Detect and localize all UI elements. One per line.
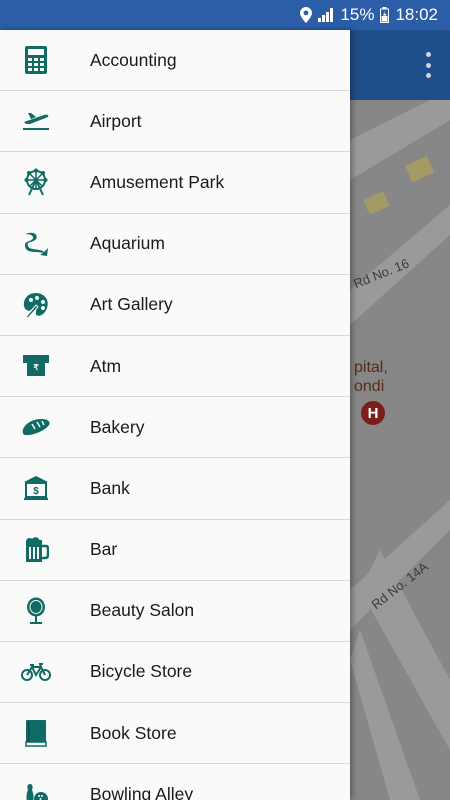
drawer-item-bakery[interactable]: Bakery — [0, 397, 350, 459]
status-bar: 15% 18:02 — [0, 0, 450, 30]
book-icon — [20, 717, 52, 749]
drawer-item-aquarium[interactable]: Aquarium — [0, 214, 350, 275]
bread-icon — [20, 411, 52, 443]
signal-icon — [318, 8, 334, 22]
drawer-item-bowling-alley[interactable]: Bowling Alley — [0, 764, 350, 800]
drawer-item-label: Aquarium — [90, 233, 165, 254]
navigation-drawer: Accounting Airport Amusement Park Aquari… — [0, 30, 350, 800]
atm-icon: ₹ — [20, 350, 52, 382]
drawer-item-label: Accounting — [90, 49, 177, 70]
calculator-icon — [20, 44, 52, 76]
place-label-line: ondi — [354, 378, 385, 395]
battery-icon — [380, 7, 390, 23]
drawer-item-label: Atm — [90, 355, 122, 376]
palette-icon — [20, 289, 52, 321]
drawer-item-label: Beauty Salon — [90, 600, 195, 621]
beer-mug-icon — [20, 534, 52, 566]
drawer-item-label: Art Gallery — [90, 294, 173, 315]
drawer-item-art-gallery[interactable]: Art Gallery — [0, 275, 350, 336]
drawer-item-label: Bar — [90, 539, 118, 560]
drawer-item-label: Bowling Alley — [90, 783, 194, 800]
drawer-item-airport[interactable]: Airport — [0, 91, 350, 153]
bicycle-icon — [20, 656, 52, 688]
drawer-item-label: Airport — [90, 110, 142, 131]
clock: 18:02 — [395, 5, 438, 24]
drawer-item-amusement-park[interactable]: Amusement Park — [0, 152, 350, 214]
battery-percent: 15% — [340, 5, 375, 24]
drawer-item-label: Bicycle Store — [90, 661, 193, 682]
hospital-marker[interactable]: H — [361, 401, 385, 425]
location-icon — [300, 7, 313, 23]
airplane-icon — [20, 105, 52, 137]
drawer-item-label: Bank — [90, 477, 130, 498]
place-label: pital, ondi — [354, 358, 388, 396]
mirror-icon — [20, 595, 52, 627]
svg-text:$: $ — [33, 486, 39, 497]
drawer-item-bicycle-store[interactable]: Bicycle Store — [0, 642, 350, 704]
drawer-item-label: Amusement Park — [90, 171, 225, 192]
overflow-menu-icon[interactable] — [420, 52, 436, 78]
place-label-line: pital, — [354, 359, 388, 376]
svg-text:₹: ₹ — [33, 363, 38, 372]
drawer-item-atm[interactable]: ₹ Atm — [0, 336, 350, 398]
bank-icon: $ — [20, 472, 52, 504]
drawer-item-label: Bakery — [90, 416, 145, 437]
ferris-wheel-icon — [20, 166, 52, 198]
drawer-item-bank[interactable]: $ Bank — [0, 458, 350, 520]
drawer-item-bar[interactable]: Bar — [0, 520, 350, 581]
drawer-item-beauty-salon[interactable]: Beauty Salon — [0, 581, 350, 642]
bowling-icon — [20, 778, 52, 800]
drawer-item-label: Book Store — [90, 722, 177, 743]
drawer-item-accounting[interactable]: Accounting — [0, 30, 350, 92]
drawer-item-book-store[interactable]: Book Store — [0, 703, 350, 765]
fish-icon — [20, 228, 52, 260]
